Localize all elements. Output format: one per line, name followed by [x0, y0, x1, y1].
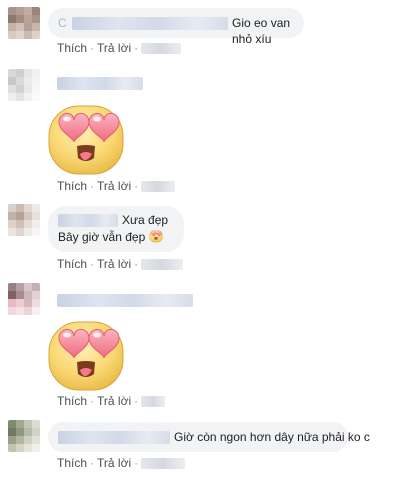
separator: · — [90, 41, 95, 55]
comment-actions: Thích · Trả lời · — [57, 256, 184, 272]
comment-actions: Thích · Trả lời · — [57, 393, 166, 409]
timestamp[interactable] — [141, 396, 166, 408]
reply-link[interactable]: Trả lời — [97, 394, 131, 408]
comment-bubble: C Gio eo van nhỏ xíu — [48, 8, 304, 46]
reply-link[interactable]: Trả lời — [97, 179, 131, 193]
timestamp[interactable] — [141, 458, 186, 470]
comment-text: Bây giờ vẫn đẹp — [58, 229, 163, 245]
reply-link[interactable]: Trả lời — [97, 456, 131, 470]
avatar[interactable] — [8, 420, 40, 452]
heart-eyes-sticker — [48, 321, 124, 391]
author-initial[interactable]: C — [58, 15, 67, 31]
separator: · — [134, 179, 139, 193]
comment-text: Xưa đẹp — [122, 213, 169, 227]
comment-bubble: Giờ còn ngon hơn dây nữa phải ko c — [48, 422, 370, 452]
comment-bubble: Xưa đẹp Bây giờ vẫn đẹp — [48, 206, 184, 252]
comment-actions: Thích · Trả lời · — [57, 178, 176, 194]
comment-actions: Thích · Trả lời · — [57, 40, 182, 56]
like-link[interactable]: Thích — [57, 257, 87, 271]
like-link[interactable]: Thích — [57, 394, 87, 408]
avatar[interactable] — [8, 283, 40, 315]
author-name[interactable] — [58, 431, 170, 444]
like-link[interactable]: Thích — [57, 456, 87, 470]
avatar[interactable] — [8, 69, 40, 101]
author-name[interactable] — [57, 77, 143, 90]
timestamp[interactable] — [141, 181, 176, 193]
comment-text: Gio eo van nhỏ xíu — [232, 16, 291, 46]
reply-link[interactable]: Trả lời — [97, 41, 131, 55]
comment-text-line: Bây giờ vẫn đẹp — [58, 230, 146, 244]
separator: · — [134, 41, 139, 55]
author-name[interactable] — [57, 294, 193, 307]
avatar[interactable] — [8, 7, 40, 39]
separator: · — [134, 394, 139, 408]
like-link[interactable]: Thích — [57, 41, 87, 55]
comment-actions: Thích · Trả lời · — [57, 455, 186, 471]
separator: · — [90, 257, 95, 271]
separator: · — [90, 179, 95, 193]
separator: · — [134, 456, 139, 470]
separator: · — [90, 394, 95, 408]
like-link[interactable]: Thích — [57, 179, 87, 193]
heart-eyes-sticker — [48, 105, 124, 175]
separator: · — [134, 257, 139, 271]
author-name[interactable] — [72, 17, 228, 30]
timestamp[interactable] — [141, 259, 184, 271]
reply-link[interactable]: Trả lời — [97, 257, 131, 271]
heart-eyes-emoji — [148, 229, 163, 243]
comment-text: Giờ còn ngon hơn dây nữa phải ko c — [174, 430, 370, 444]
timestamp[interactable] — [141, 43, 182, 55]
separator: · — [90, 456, 95, 470]
author-name[interactable] — [58, 214, 118, 227]
avatar[interactable] — [8, 204, 40, 236]
